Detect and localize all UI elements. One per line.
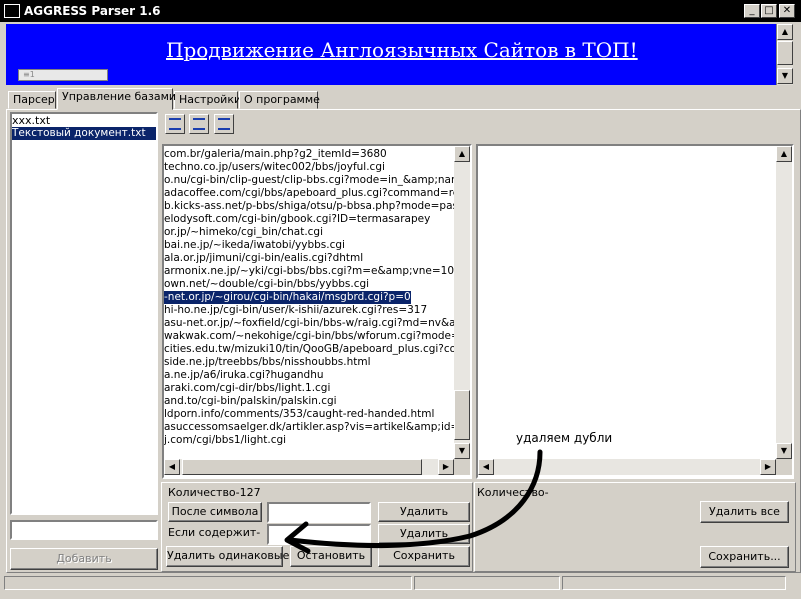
url-item[interactable]: asu-net.or.jp/~foxfield/cgi-bin/bbs-w/ra… <box>164 317 454 330</box>
url-item[interactable]: cities.edu.tw/mizuki10/tin/QooGB/apeboar… <box>164 343 454 356</box>
save-button[interactable]: Сохранить <box>378 546 470 567</box>
url-item[interactable]: bai.ne.jp/~ikeda/iwatobi/yybbs.cgi <box>164 239 345 252</box>
scroll-right-icon[interactable]: ▶ <box>760 459 776 475</box>
count-label: Количество-127 <box>168 486 261 499</box>
scroll-thumb[interactable] <box>777 41 793 65</box>
scroll-left-icon[interactable]: ◀ <box>164 459 180 475</box>
banner-mini-field: ≡1 <box>18 69 108 81</box>
tab-about[interactable]: О программе <box>239 91 320 109</box>
sort-icon[interactable] <box>165 114 185 134</box>
delete-contains-button[interactable]: Удалить <box>378 524 470 544</box>
url-item-selected[interactable]: -net.or.jp/~girou/cgi-bin/hakai/msgbrd.c… <box>164 291 411 304</box>
list-icon[interactable] <box>214 114 234 134</box>
right-controls-panel: Количество- Удалить все Сохранить... <box>474 482 796 572</box>
url-item[interactable]: j.com/cgi/bbs1/light.cgi <box>164 434 286 447</box>
after-symbol-button[interactable]: После символа <box>168 502 262 522</box>
file-list[interactable]: xxx.txt Текстовый документ.txt <box>10 112 158 515</box>
file-item[interactable]: xxx.txt <box>12 114 156 127</box>
minimize-button[interactable]: _ <box>744 4 760 18</box>
url-item[interactable]: a.ne.jp/a6/iruka.cgi?hugandhu <box>164 369 324 382</box>
stop-button[interactable]: Остановить <box>290 546 372 567</box>
left-controls-panel: Количество-127 После символа Удалить Есл… <box>161 482 473 572</box>
url-list-content: com.br/galeria/main.php?g2_itemId=3680 te… <box>164 148 454 461</box>
scroll-down-icon[interactable]: ▼ <box>454 443 470 459</box>
banner-scrollbar[interactable]: ▲ ▼ <box>776 24 793 85</box>
url-item[interactable]: o.nu/cgi-bin/clip-guest/clip-bbs.cgi?mod… <box>164 174 454 187</box>
url-list-vscrollbar[interactable]: ▲ ▼ <box>454 146 470 459</box>
url-item[interactable]: ala.or.jp/jimuni/cgi-bin/ealis.cgi?dhtml <box>164 252 363 265</box>
url-item[interactable]: techno.co.jp/users/witec002/bbs/joyful.c… <box>164 161 385 174</box>
scroll-down-icon[interactable]: ▼ <box>776 443 792 459</box>
after-symbol-input[interactable] <box>267 502 371 523</box>
annotation-text: удаляем дубли <box>514 431 615 445</box>
url-item[interactable]: b.kicks-ass.net/p-bbs/shiga/otsu/p-bbsa.… <box>164 200 454 213</box>
copy-icon[interactable] <box>189 114 209 134</box>
url-item[interactable]: own.net/~double/cgi-bin/bbs/yybbs.cgi <box>164 278 369 291</box>
if-contains-label: Если содержит- <box>168 526 261 539</box>
url-item[interactable]: and.to/cgi-bin/palskin/palskin.cgi <box>164 395 337 408</box>
scroll-right-icon[interactable]: ▶ <box>438 459 454 475</box>
scroll-up-icon[interactable]: ▲ <box>777 24 793 40</box>
tab-settings[interactable]: Настройки <box>174 91 241 109</box>
url-item[interactable]: armonix.ne.jp/~yki/cgi-bbs/bbs.cgi?m=e&a… <box>164 265 454 278</box>
delete-button[interactable]: Удалить <box>378 502 470 522</box>
result-list[interactable]: ▲ ▼ ◀ ▶ <box>476 144 794 479</box>
count-label: Количество- <box>477 486 549 499</box>
window-title: AGGRESS Parser 1.6 <box>24 4 161 18</box>
scroll-thumb[interactable] <box>454 390 470 440</box>
delete-all-button[interactable]: Удалить все <box>700 501 789 523</box>
url-list-hscrollbar[interactable]: ◀ ▶ <box>164 459 454 475</box>
url-item[interactable]: wakwak.com/~nekohige/cgi-bin/bbs/wforum.… <box>164 330 454 343</box>
scroll-left-icon[interactable]: ◀ <box>478 459 494 475</box>
banner: Продвижение Англоязычных Сайтов в ТОП! ≡… <box>6 24 793 85</box>
file-item-selected[interactable]: Текстовый документ.txt <box>12 127 156 140</box>
save-as-button[interactable]: Сохранить... <box>700 546 789 568</box>
if-contains-input[interactable] <box>267 524 371 545</box>
delete-duplicates-button[interactable]: Удалить одинаковые <box>166 546 289 567</box>
status-bar <box>0 574 801 599</box>
url-item[interactable]: araki.com/cgi-dir/bbs/light.1.cgi <box>164 382 330 395</box>
url-item[interactable]: com.br/galeria/main.php?g2_itemId=3680 <box>164 148 387 161</box>
maximize-button[interactable]: □ <box>761 4 777 18</box>
tab-parser[interactable]: Парсер <box>8 91 56 109</box>
scroll-thumb[interactable] <box>182 459 422 475</box>
url-item[interactable]: asuccessomsaelger.dk/artikler.asp?vis=ar… <box>164 421 454 434</box>
scroll-down-icon[interactable]: ▼ <box>777 68 793 84</box>
scroll-corner <box>454 459 470 475</box>
url-item[interactable]: elodysoft.com/cgi-bin/gbook.cgi?ID=terma… <box>164 213 430 226</box>
title-bar: AGGRESS Parser 1.6 _ □ ✕ <box>0 0 801 22</box>
status-cell <box>414 576 560 590</box>
url-item[interactable]: or.jp/~himeko/cgi_bin/chat.cgi <box>164 226 323 239</box>
tab-database-management[interactable]: Управление базами <box>57 88 176 110</box>
result-hscrollbar[interactable]: ◀ ▶ <box>478 459 776 475</box>
file-name-input[interactable] <box>10 520 158 540</box>
close-button[interactable]: ✕ <box>779 4 795 18</box>
toolbar <box>162 112 242 138</box>
url-item[interactable]: adacoffee.com/cgi/bbs/apeboard_plus.cgi?… <box>164 187 454 200</box>
url-item[interactable]: ldporn.info/comments/353/caught-red-hand… <box>164 408 434 421</box>
status-cell <box>562 576 786 590</box>
url-list[interactable]: com.br/galeria/main.php?g2_itemId=3680 te… <box>162 144 472 479</box>
add-button[interactable]: Добавить <box>10 548 158 570</box>
banner-link[interactable]: Продвижение Англоязычных Сайтов в ТОП! <box>166 38 638 62</box>
url-item[interactable]: hi-ho.ne.jp/cgi-bin/user/k-ishii/azurek.… <box>164 304 427 317</box>
result-vscrollbar[interactable]: ▲ ▼ <box>776 146 792 459</box>
scroll-up-icon[interactable]: ▲ <box>454 146 470 162</box>
app-icon[interactable] <box>4 4 20 18</box>
scroll-corner <box>776 459 792 475</box>
status-cell <box>4 576 412 590</box>
scroll-up-icon[interactable]: ▲ <box>776 146 792 162</box>
url-item[interactable]: side.ne.jp/treebbs/bbs/nisshoubbs.html <box>164 356 371 369</box>
